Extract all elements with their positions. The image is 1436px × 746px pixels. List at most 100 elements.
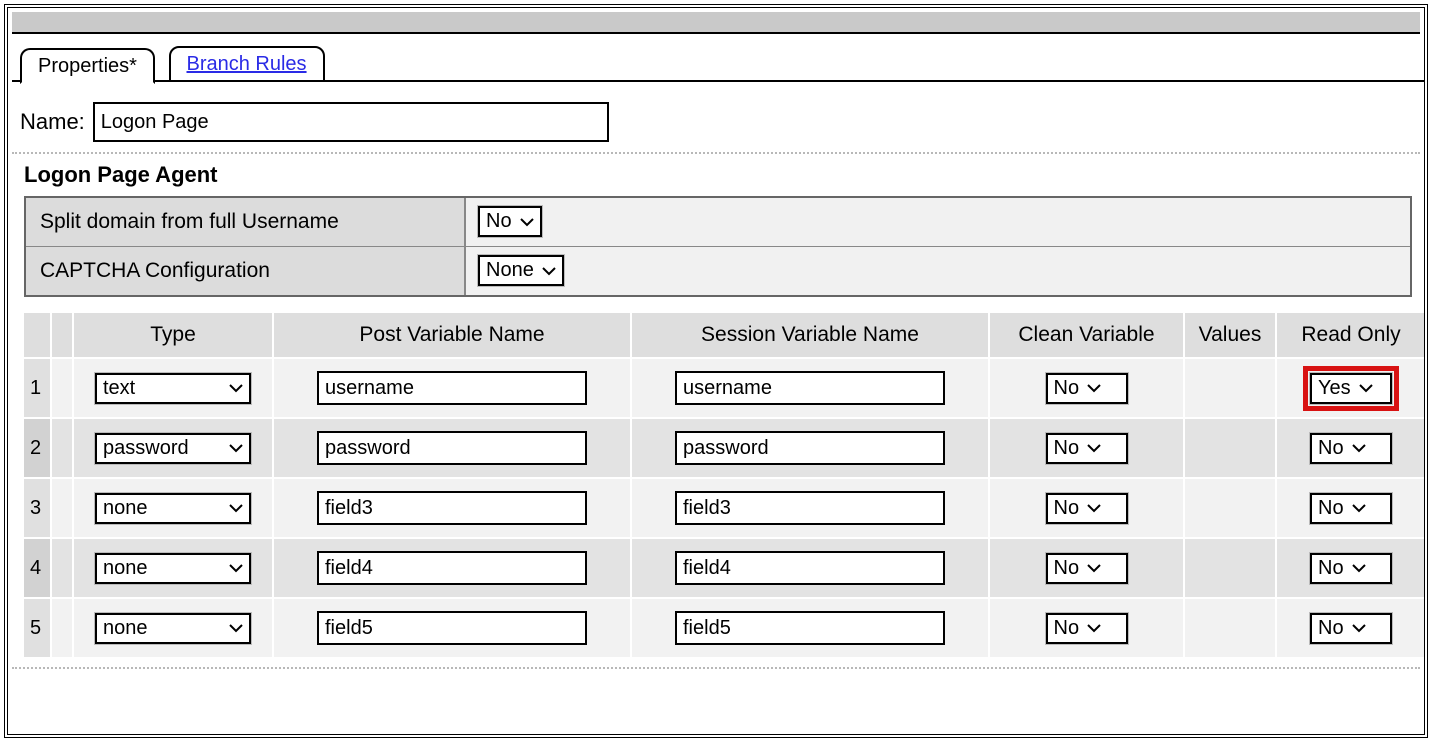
readonly-cell: No: [1277, 599, 1427, 659]
chevron-down-icon: [1087, 623, 1101, 633]
type-select[interactable]: none: [95, 553, 251, 584]
postvar-cell: [274, 599, 632, 659]
chevron-down-icon: [229, 443, 243, 453]
section-title: Logon Page Agent: [24, 162, 1420, 188]
readonly-cell: Yes: [1277, 359, 1427, 419]
col-cleanvar: Clean Variable: [990, 313, 1185, 359]
sessionvar-cell: [632, 359, 990, 419]
chevron-down-icon: [1087, 383, 1101, 393]
col-sessionvar: Session Variable Name: [632, 313, 990, 359]
title-bar: [12, 12, 1420, 34]
cleanvar-cell: No: [990, 479, 1185, 539]
type-select[interactable]: none: [95, 493, 251, 524]
agent-settings-table: Split domain from full Username No CAPTC…: [24, 196, 1412, 297]
chevron-down-icon: [1087, 503, 1101, 513]
name-label: Name:: [20, 109, 85, 135]
read-only-select[interactable]: No: [1310, 493, 1392, 524]
post-variable-input[interactable]: [317, 611, 587, 645]
setting-split-domain: Split domain from full Username No: [26, 198, 1410, 247]
chevron-down-icon: [229, 503, 243, 513]
chevron-down-icon: [1352, 443, 1366, 453]
col-readonly: Read Only: [1277, 313, 1427, 359]
captcha-label: CAPTCHA Configuration: [26, 247, 466, 295]
post-variable-input[interactable]: [317, 551, 587, 585]
dialog-frame: Properties* Branch Rules Name: Logon Pag…: [4, 4, 1428, 738]
session-variable-input[interactable]: [675, 611, 945, 645]
clean-variable-select[interactable]: No: [1046, 373, 1128, 404]
chevron-down-icon: [1087, 563, 1101, 573]
type-cell: none: [74, 599, 274, 659]
setting-captcha: CAPTCHA Configuration None: [26, 247, 1410, 295]
read-only-value: No: [1318, 557, 1344, 580]
col-values: Values: [1185, 313, 1277, 359]
row-spacer: [52, 419, 74, 479]
sessionvar-cell: [632, 599, 990, 659]
tab-branch-rules-label: Branch Rules: [187, 53, 307, 75]
row-index: 2: [24, 419, 52, 479]
tab-properties[interactable]: Properties*: [20, 48, 155, 84]
read-only-select[interactable]: No: [1310, 433, 1392, 464]
type-cell: none: [74, 539, 274, 599]
tab-branch-rules[interactable]: Branch Rules: [169, 46, 325, 82]
read-only-value: No: [1318, 617, 1344, 640]
row-spacer: [52, 479, 74, 539]
chevron-down-icon: [1352, 563, 1366, 573]
row-spacer: [52, 359, 74, 419]
postvar-cell: [274, 479, 632, 539]
postvar-cell: [274, 419, 632, 479]
name-input[interactable]: [93, 102, 609, 142]
split-domain-select[interactable]: No: [478, 206, 542, 237]
chevron-down-icon: [1352, 503, 1366, 513]
split-domain-value: No: [486, 210, 512, 233]
type-select[interactable]: text: [95, 373, 251, 404]
session-variable-input[interactable]: [675, 551, 945, 585]
post-variable-input[interactable]: [317, 431, 587, 465]
session-variable-input[interactable]: [675, 431, 945, 465]
split-domain-label: Split domain from full Username: [26, 198, 466, 246]
session-variable-input[interactable]: [675, 491, 945, 525]
row-index: 3: [24, 479, 52, 539]
clean-variable-select[interactable]: No: [1046, 613, 1128, 644]
captcha-select[interactable]: None: [478, 255, 564, 286]
type-value: none: [103, 557, 148, 580]
sessionvar-cell: [632, 539, 990, 599]
tab-bar: Properties* Branch Rules: [20, 46, 1420, 82]
session-variable-input[interactable]: [675, 371, 945, 405]
post-variable-input[interactable]: [317, 491, 587, 525]
type-cell: none: [74, 479, 274, 539]
chevron-down-icon: [542, 266, 556, 276]
type-value: text: [103, 377, 135, 400]
col-postvar: Post Variable Name: [274, 313, 632, 359]
row-index: 4: [24, 539, 52, 599]
type-cell: text: [74, 359, 274, 419]
clean-variable-value: No: [1054, 437, 1080, 460]
chevron-down-icon: [229, 623, 243, 633]
fields-grid: Type Post Variable Name Session Variable…: [24, 313, 1409, 659]
values-cell: [1185, 359, 1277, 419]
separator-bottom: [12, 667, 1420, 669]
type-select[interactable]: none: [95, 613, 251, 644]
type-select[interactable]: password: [95, 433, 251, 464]
row-spacer: [52, 539, 74, 599]
type-cell: password: [74, 419, 274, 479]
values-cell: [1185, 599, 1277, 659]
chevron-down-icon: [229, 383, 243, 393]
read-only-value: Yes: [1318, 377, 1351, 400]
values-cell: [1185, 419, 1277, 479]
type-value: none: [103, 617, 148, 640]
col-type: Type: [74, 313, 274, 359]
read-only-select[interactable]: Yes: [1310, 373, 1392, 404]
read-only-select[interactable]: No: [1310, 553, 1392, 584]
readonly-cell: No: [1277, 419, 1427, 479]
post-variable-input[interactable]: [317, 371, 587, 405]
type-value: password: [103, 437, 189, 460]
chevron-down-icon: [1087, 443, 1101, 453]
read-only-select[interactable]: No: [1310, 613, 1392, 644]
clean-variable-select[interactable]: No: [1046, 553, 1128, 584]
readonly-cell: No: [1277, 539, 1427, 599]
clean-variable-select[interactable]: No: [1046, 493, 1128, 524]
row-spacer: [52, 599, 74, 659]
col-blank-2: [52, 313, 74, 359]
clean-variable-select[interactable]: No: [1046, 433, 1128, 464]
clean-variable-value: No: [1054, 557, 1080, 580]
